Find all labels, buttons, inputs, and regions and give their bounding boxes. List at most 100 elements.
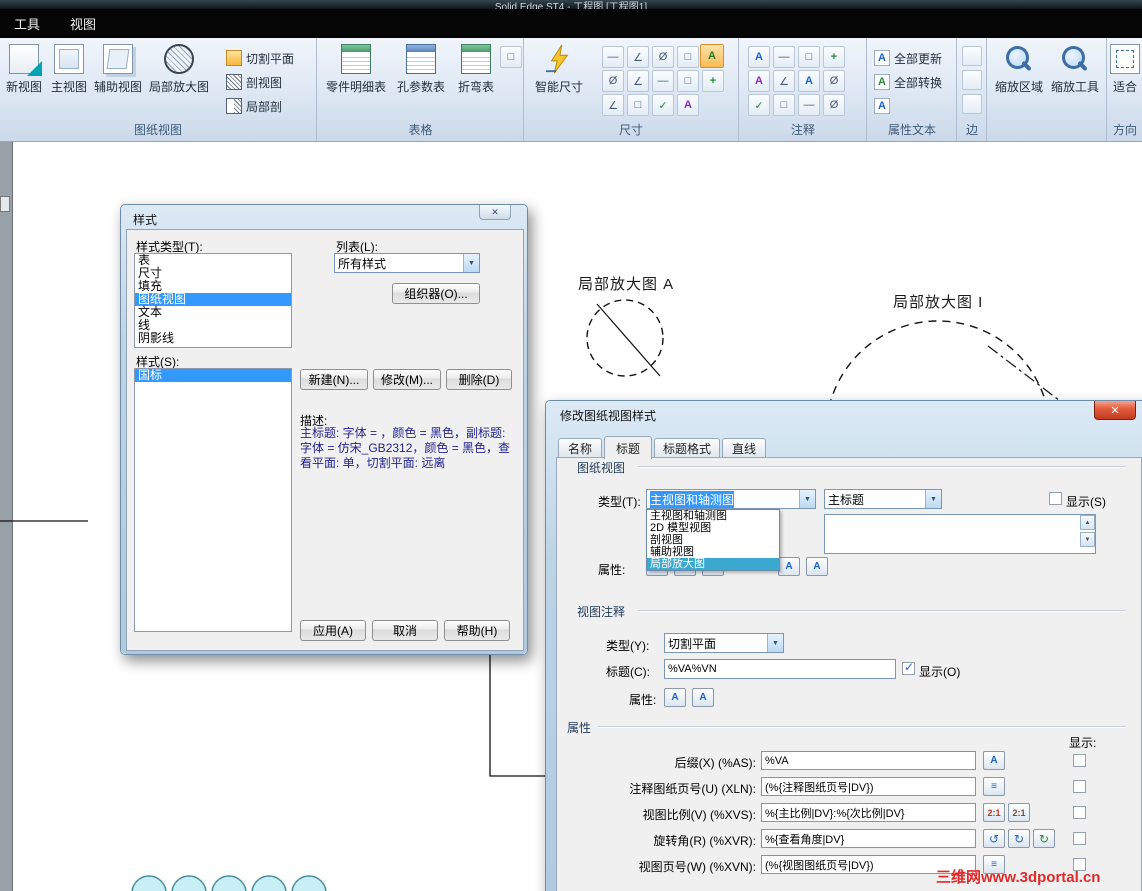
detail-view-button[interactable]: 局部放大图 xyxy=(146,44,212,116)
annotation-tool-icon[interactable] xyxy=(748,46,770,68)
rotate-update-icon-button[interactable] xyxy=(1033,829,1055,848)
dimension-tool-icon[interactable] xyxy=(602,94,624,116)
dimension-tool-icon[interactable] xyxy=(627,94,649,116)
annotation-tool-icon[interactable] xyxy=(798,70,820,92)
styles-listbox[interactable]: 国标 xyxy=(134,368,292,632)
list-filter-combobox[interactable]: 所有样式 xyxy=(334,253,480,273)
scale-format-button[interactable]: 2:1 xyxy=(1008,803,1030,822)
dropdown-option[interactable]: 2D 模型视图 xyxy=(647,522,779,534)
apply-button[interactable]: 应用(A) xyxy=(300,620,366,641)
property-text-button[interactable] xyxy=(692,688,714,707)
modify-style-button[interactable]: 修改(M)... xyxy=(373,369,441,390)
annotation-tool-icon[interactable] xyxy=(823,94,845,116)
property-text-tool-button[interactable] xyxy=(874,96,894,116)
annotation-type-combobox[interactable]: 切割平面 xyxy=(664,633,784,653)
parts-list-button[interactable]: 零件明细表 xyxy=(324,44,388,116)
dimension-tool-icon[interactable] xyxy=(677,94,699,116)
new-style-button[interactable]: 新建(N)... xyxy=(300,369,368,390)
rotate-cw-icon-button[interactable] xyxy=(1008,829,1030,848)
dimension-tool-icon[interactable] xyxy=(652,46,674,68)
convert-all-button[interactable]: 全部转换 xyxy=(874,72,942,92)
view-type-dropdown-list[interactable]: 主视图和轴测图 2D 模型视图 剖视图 辅助视图 局部放大图 xyxy=(646,509,780,571)
caption-text-area[interactable] xyxy=(824,514,1096,554)
annotation-sheet-number-input[interactable] xyxy=(761,777,976,796)
dimension-tool-icon[interactable] xyxy=(602,70,624,92)
spin-up-icon[interactable] xyxy=(1080,515,1095,530)
property-text-button[interactable] xyxy=(664,688,686,707)
dropdown-option[interactable]: 主视图和轴测图 xyxy=(647,510,779,522)
menu-view[interactable]: 视图 xyxy=(70,14,96,33)
fit-button[interactable]: 适合 xyxy=(1108,44,1142,116)
property-text-button[interactable] xyxy=(778,557,800,576)
dropdown-option[interactable]: 辅助视图 xyxy=(647,546,779,558)
annotation-tool-icon[interactable] xyxy=(823,70,845,92)
chevron-down-icon[interactable] xyxy=(463,254,479,272)
dimension-tool-highlighted-icon[interactable] xyxy=(700,44,724,68)
broken-section-button[interactable]: 局部剖 xyxy=(226,96,282,116)
show-view-scale-checkbox[interactable] xyxy=(1073,806,1086,819)
zoom-area-button[interactable]: 缩放区域 xyxy=(992,44,1046,116)
show-annotation-checkbox[interactable] xyxy=(902,660,915,675)
annotation-tool-icon[interactable] xyxy=(823,46,845,68)
tab-name[interactable]: 名称 xyxy=(558,438,602,458)
show-annotation-sheet-number-checkbox[interactable] xyxy=(1073,780,1086,793)
dropdown-option-highlighted[interactable]: 局部放大图 xyxy=(647,558,779,570)
dimension-tool-icon[interactable] xyxy=(652,70,674,92)
zoom-tool-button[interactable]: 缩放工具 xyxy=(1048,44,1102,116)
dimension-tool-icon[interactable] xyxy=(702,70,724,92)
annotation-tool-icon[interactable] xyxy=(773,70,795,92)
show-rotation-angle-checkbox[interactable] xyxy=(1073,832,1086,845)
show-suffix-checkbox[interactable] xyxy=(1073,754,1086,767)
annotation-tool-icon[interactable] xyxy=(798,46,820,68)
edge-tool-icon[interactable] xyxy=(962,46,982,66)
cutting-plane-button[interactable]: 切割平面 xyxy=(226,48,294,68)
annotation-tool-icon[interactable] xyxy=(773,46,795,68)
modify-dialog-close-button[interactable] xyxy=(1094,401,1136,420)
tab-caption-format[interactable]: 标题格式 xyxy=(654,438,720,458)
view-type-combobox[interactable]: 主视图和轴测图 xyxy=(646,489,816,509)
annotation-caption-input[interactable] xyxy=(664,659,896,679)
dimension-tool-icon[interactable] xyxy=(677,46,699,68)
cancel-button[interactable]: 取消 xyxy=(372,620,438,641)
chevron-down-icon[interactable] xyxy=(767,634,783,652)
chevron-down-icon[interactable] xyxy=(799,490,815,508)
smart-dimension-button[interactable]: 智能尺寸 xyxy=(530,44,588,116)
edge-tool-icon[interactable] xyxy=(962,94,982,114)
section-view-button[interactable]: 剖视图 xyxy=(226,72,282,92)
dimension-tool-icon[interactable] xyxy=(627,70,649,92)
style-dialog-close-button[interactable] xyxy=(479,205,511,220)
annotation-tool-icon[interactable] xyxy=(798,94,820,116)
annotation-tool-icon[interactable] xyxy=(748,70,770,92)
rotation-angle-input[interactable] xyxy=(761,829,976,848)
principal-view-button[interactable]: 主视图 xyxy=(48,44,90,116)
caption-style-combobox[interactable]: 主标题 xyxy=(824,489,942,509)
dimension-tool-icon[interactable] xyxy=(627,46,649,68)
annotation-tool-icon[interactable] xyxy=(748,94,770,116)
view-scale-input[interactable] xyxy=(761,803,976,822)
edge-tool-icon[interactable] xyxy=(962,70,982,90)
annotation-tool-icon[interactable] xyxy=(773,94,795,116)
property-text-button[interactable] xyxy=(806,557,828,576)
rotate-ccw-icon-button[interactable] xyxy=(983,829,1005,848)
auxiliary-view-button[interactable]: 辅助视图 xyxy=(92,44,144,116)
property-text-button[interactable] xyxy=(983,777,1005,796)
style-type-item[interactable]: 文本 xyxy=(135,306,291,319)
style-type-listbox[interactable]: 表 尺寸 填充 图纸视图 文本 线 阴影线 xyxy=(134,253,292,348)
style-item-selected[interactable]: 国标 xyxy=(135,369,291,382)
property-text-button[interactable] xyxy=(983,751,1005,770)
dimension-tool-icon[interactable] xyxy=(677,70,699,92)
organizer-button[interactable]: 组织器(O)... xyxy=(392,283,480,304)
dimension-tool-icon[interactable] xyxy=(602,46,624,68)
table-extra-tool-button[interactable] xyxy=(500,46,522,68)
show-caption-checkbox[interactable] xyxy=(1049,492,1062,505)
dimension-tool-icon[interactable] xyxy=(652,94,674,116)
scale-format-button[interactable]: 2:1 xyxy=(983,803,1005,822)
delete-style-button[interactable]: 删除(D) xyxy=(446,369,512,390)
dropdown-option[interactable]: 剖视图 xyxy=(647,534,779,546)
bend-table-button[interactable]: 折弯表 xyxy=(452,44,500,116)
update-all-button[interactable]: 全部更新 xyxy=(874,48,942,68)
hole-table-button[interactable]: 孔参数表 xyxy=(392,44,450,116)
help-button[interactable]: 帮助(H) xyxy=(444,620,510,641)
chevron-down-icon[interactable] xyxy=(925,490,941,508)
menu-tools[interactable]: 工具 xyxy=(14,14,40,33)
